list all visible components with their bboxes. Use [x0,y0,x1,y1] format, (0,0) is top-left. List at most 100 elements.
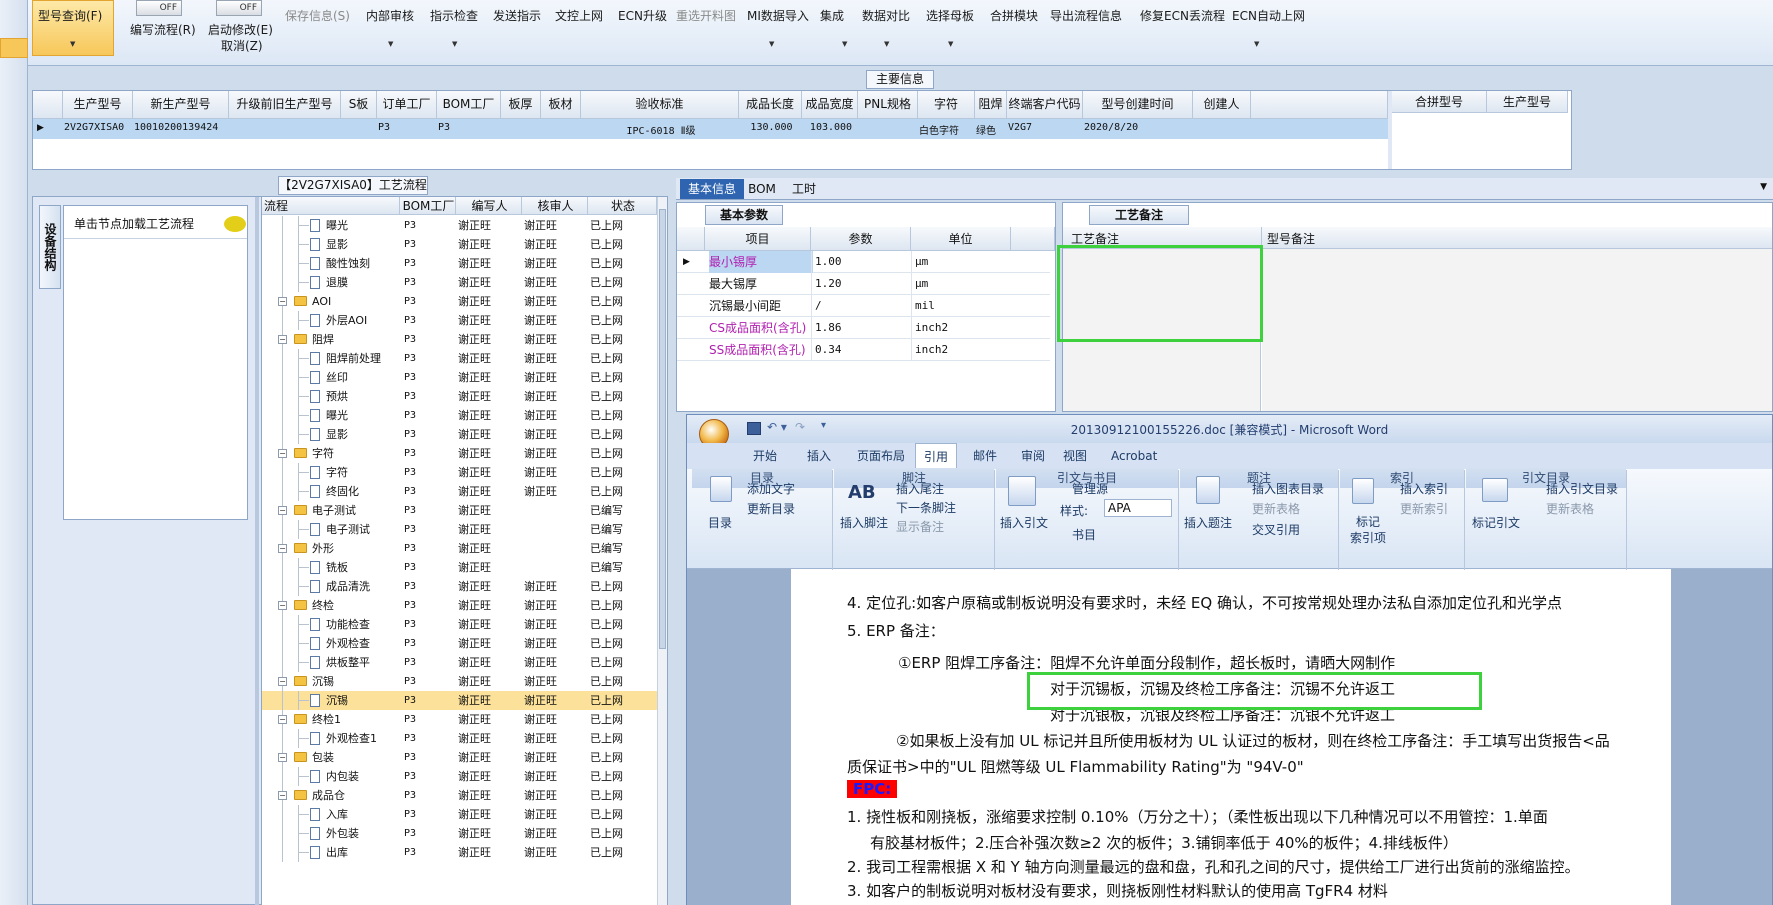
tree-row[interactable]: 烘板整平 P3 谢正旺 谢正旺 已上网 [262,653,657,672]
main-cell[interactable]: 103.000 [803,122,859,133]
word-tab-5[interactable]: 审阅 [1021,443,1045,469]
tree-node-label[interactable]: 烘板整平 [326,653,370,672]
params-row[interactable]: CS成品面积(含孔) 1.86 inch2 [677,317,1050,339]
tree-node-label[interactable]: 电子测试 [312,501,356,520]
chevron-down-icon[interactable]: ▼ [884,40,889,48]
update-toa-button[interactable]: 更新表格 [1546,500,1594,517]
main-cell[interactable]: V2G7 [1008,122,1084,133]
main-cell[interactable]: 10010200139424 [134,122,230,133]
toolbar-button-4[interactable]: 内部审核 [366,6,414,26]
chevron-down-icon[interactable]: ▼ [842,40,847,48]
main-cell[interactable]: 2020/8/20 [1084,122,1194,133]
toolbar-sub-2[interactable]: 取消(Z) [221,36,263,56]
tree-row[interactable]: 成品清洗 P3 谢正旺 谢正旺 已上网 [262,577,657,596]
tree-node-label[interactable]: 丝印 [326,368,348,387]
main-cell[interactable]: 白色字符 [919,122,976,137]
tree-row[interactable]: 外观检查1 P3 谢正旺 谢正旺 已上网 [262,729,657,748]
tree-row[interactable]: 沉锡 P3 谢正旺 谢正旺 已上网 [262,691,657,710]
tree-row[interactable]: 显影 P3 谢正旺 谢正旺 已上网 [262,235,657,254]
tree-node-label[interactable]: 预烘 [326,387,348,406]
toolbar-button-13[interactable]: 选择母板 [926,6,974,26]
tree-node-label[interactable]: 出库 [326,843,348,862]
tree-row[interactable]: 字符 P3 谢正旺 谢正旺 已上网 [262,463,657,482]
params-row[interactable]: SS成品面积(含孔) 0.34 inch2 [677,339,1050,361]
expand-toggle-icon[interactable]: − [278,544,287,553]
main-cell[interactable]: P3 [378,122,438,133]
mark-entry-button[interactable]: 标记 索引项 [1350,514,1386,546]
toolbar-button-1[interactable]: 编写流程(R) [130,20,196,40]
tree-node-label[interactable]: 外观检查1 [326,729,377,748]
toolbar-button-17[interactable]: ECN自动上网 [1232,6,1305,26]
insert-citation-button[interactable]: 插入引文 [1000,514,1048,531]
insert-table-figures-button[interactable]: 插入图表目录 [1252,480,1324,497]
tree-node-label[interactable]: 功能检查 [326,615,370,634]
toolbar-button-15[interactable]: 导出流程信息 [1050,6,1122,26]
tree-row[interactable]: − 外形 P3 谢正旺 已编写 [262,539,657,558]
tree-node-label[interactable]: 外层AOI [326,311,367,330]
tree-row[interactable]: 铣板 P3 谢正旺 已编写 [262,558,657,577]
tree-node-label[interactable]: 成品清洗 [326,577,370,596]
tree-node-label[interactable]: 字符 [326,463,348,482]
tree-node-label[interactable]: 阻焊 [312,330,334,349]
tree-row[interactable]: 外观检查 P3 谢正旺 谢正旺 已上网 [262,634,657,653]
tree-scroll-thumb[interactable] [659,209,666,649]
expand-toggle-icon[interactable]: − [278,335,287,344]
param-value[interactable]: 1.20 [815,273,842,295]
tree-row[interactable]: − 包装 P3 谢正旺 谢正旺 已上网 [262,748,657,767]
word-tab-1[interactable]: 插入 [807,443,831,469]
insert-caption-button[interactable]: 插入题注 [1184,514,1232,531]
chevron-down-icon[interactable]: ▼ [70,40,75,48]
param-value[interactable]: / [815,295,822,317]
left-strip-active-item[interactable] [0,38,28,58]
tree-row[interactable]: 外包装 P3 谢正旺 谢正旺 已上网 [262,824,657,843]
expand-toggle-icon[interactable]: − [278,449,287,458]
expand-toggle-icon[interactable]: − [278,601,287,610]
tree-node-label[interactable]: AOI [312,292,331,311]
tree-row[interactable]: 内包装 P3 谢正旺 谢正旺 已上网 [262,767,657,786]
word-tab-7[interactable]: Acrobat [1111,443,1157,469]
insert-index-button[interactable]: 插入索引 [1400,480,1448,497]
mark-citation-button[interactable]: 标记引文 [1472,514,1520,531]
tree-node-label[interactable]: 显影 [326,425,348,444]
update-table-button[interactable]: 更新表格 [1252,500,1300,517]
tree-row[interactable]: 阻焊前处理 P3 谢正旺 谢正旺 已上网 [262,349,657,368]
bibliography-button[interactable]: 书目 [1072,526,1096,543]
tree-row[interactable]: − 终检1 P3 谢正旺 谢正旺 已上网 [262,710,657,729]
tab-2[interactable]: 工时 [784,179,824,199]
tree-row[interactable]: − 成品仓 P3 谢正旺 谢正旺 已上网 [262,786,657,805]
main-cell[interactable]: 绿色 [976,122,1008,137]
param-value[interactable]: 0.34 [815,339,842,361]
toc-button[interactable]: 目录 [708,514,732,531]
toc-icon[interactable] [710,476,732,502]
insert-endnote-button[interactable]: 插入尾注 [896,480,944,497]
tree-row[interactable]: − 字符 P3 谢正旺 谢正旺 已上网 [262,444,657,463]
tree-node-label[interactable]: 阻焊前处理 [326,349,381,368]
tree-node-label[interactable]: 包装 [312,748,334,767]
tree-node-label[interactable]: 曝光 [326,216,348,235]
tree-row[interactable]: 丝印 P3 谢正旺 谢正旺 已上网 [262,368,657,387]
update-index-button[interactable]: 更新索引 [1400,500,1448,517]
toolbar-button-3[interactable]: 保存信息(S) [285,6,350,26]
tree-row[interactable]: 终固化 P3 谢正旺 谢正旺 已上网 [262,482,657,501]
toolbar-switch-1[interactable]: OFF [136,0,182,16]
insert-toa-button[interactable]: 插入引文目录 [1546,480,1618,497]
expand-toggle-icon[interactable]: − [278,715,287,724]
insert-footnote-button[interactable]: 插入脚注 [840,514,888,531]
tree-row[interactable]: − 阻焊 P3 谢正旺 谢正旺 已上网 [262,330,657,349]
tree-row[interactable]: 退膜 P3 谢正旺 谢正旺 已上网 [262,273,657,292]
toolbar-button-8[interactable]: ECN升级 [618,6,667,26]
params-row[interactable]: 最大锡厚 1.20 μm [677,273,1050,295]
tree-node-label[interactable]: 沉锡 [326,691,348,710]
toolbar-button-6[interactable]: 发送指示 [493,6,541,26]
update-toc-button[interactable]: 更新目录 [747,500,795,517]
tree-node-label[interactable]: 退膜 [326,273,348,292]
tree-node-label[interactable]: 终检1 [312,710,341,729]
chevron-down-icon[interactable]: ▼ [1254,40,1259,48]
tree-node-label[interactable]: 入库 [326,805,348,824]
tree-scrollbar[interactable] [657,197,667,905]
toolbar-button-10[interactable]: MI数据导入 [747,6,809,26]
expand-toggle-icon[interactable]: − [278,506,287,515]
tree-node-label[interactable]: 铣板 [326,558,348,577]
equipment-structure-tab[interactable]: 设备结构 [39,205,61,289]
tree-node-label[interactable]: 成品仓 [312,786,345,805]
